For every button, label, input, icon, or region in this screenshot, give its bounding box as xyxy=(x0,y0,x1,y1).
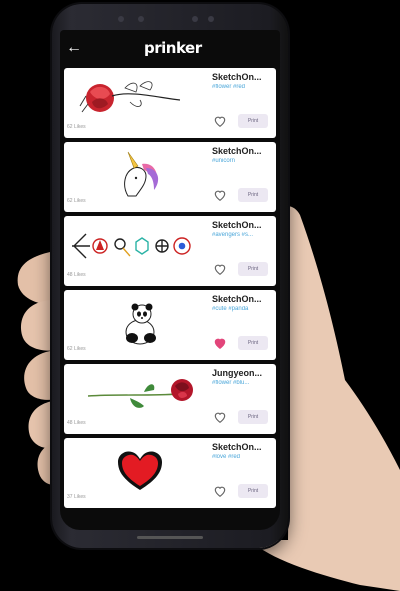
card-info: SketchOn... #avengers #s... xyxy=(212,220,274,238)
card-info: SketchOn... #flower #red xyxy=(212,72,274,90)
author-name[interactable]: SketchOn... xyxy=(212,72,274,82)
design-card[interactable]: 48 Likes SketchOn... #avengers #s... Pri… xyxy=(64,216,276,286)
red-rose-image xyxy=(87,379,193,408)
likes-count: 62 Likes xyxy=(67,198,86,204)
likes-count: 48 Likes xyxy=(67,420,86,426)
author-name[interactable]: SketchOn... xyxy=(212,220,274,230)
tag-list[interactable]: #avengers #s... xyxy=(212,232,274,238)
card-info: SketchOn... #unicorn xyxy=(212,146,274,164)
heart-outline-icon[interactable] xyxy=(213,410,227,424)
design-card[interactable]: 62 Likes SketchOn... #unicorn Print xyxy=(64,142,276,212)
author-name[interactable]: SketchOn... xyxy=(212,146,274,156)
phone-notch xyxy=(80,12,260,26)
avengers-icons-image xyxy=(72,233,191,259)
heart-outline-icon[interactable] xyxy=(213,188,227,202)
panda-image xyxy=(125,303,156,345)
author-name[interactable]: SketchOn... xyxy=(212,442,274,452)
likes-count: 62 Likes xyxy=(67,346,86,352)
design-card[interactable]: 62 Likes SketchOn... #flower #red Print xyxy=(64,68,276,138)
print-button[interactable]: Print xyxy=(238,188,268,202)
card-info: SketchOn... #cute #panda xyxy=(212,294,274,312)
design-card[interactable]: 48 Likes Jungyeon... #flower #blu... Pri… xyxy=(64,364,276,434)
heart-image xyxy=(118,451,162,490)
tag-list[interactable]: #flower #blu... xyxy=(212,380,274,386)
back-arrow-icon[interactable]: ← xyxy=(64,38,84,58)
heart-filled-icon[interactable] xyxy=(213,336,227,350)
tag-list[interactable]: #love #red xyxy=(212,454,274,460)
print-button[interactable]: Print xyxy=(238,484,268,498)
heart-outline-icon[interactable] xyxy=(213,484,227,498)
tag-list[interactable]: #cute #panda xyxy=(212,306,274,312)
heart-outline-icon[interactable] xyxy=(213,262,227,276)
tag-list[interactable]: #unicorn xyxy=(212,158,274,164)
print-button[interactable]: Print xyxy=(238,114,268,128)
tag-list[interactable]: #flower #red xyxy=(212,84,274,90)
heart-outline-icon[interactable] xyxy=(213,114,227,128)
print-button[interactable]: Print xyxy=(238,410,268,424)
card-info: SketchOn... #love #red xyxy=(212,442,274,460)
author-name[interactable]: SketchOn... xyxy=(212,294,274,304)
print-button[interactable]: Print xyxy=(238,336,268,350)
design-card[interactable]: 62 Likes SketchOn... #cute #panda Print xyxy=(64,290,276,360)
likes-count: 37 Likes xyxy=(67,494,86,500)
design-list: 62 Likes SketchOn... #flower #red Print … xyxy=(64,68,276,512)
author-name[interactable]: Jungyeon... xyxy=(212,368,274,378)
design-card[interactable]: 37 Likes SketchOn... #love #red Print xyxy=(64,438,276,508)
card-info: Jungyeon... #flower #blu... xyxy=(212,368,274,386)
home-indicator xyxy=(137,536,203,539)
app-header: ← prinker xyxy=(60,30,280,68)
likes-count: 62 Likes xyxy=(67,124,86,130)
rose-sketch-image xyxy=(79,81,181,113)
print-button[interactable]: Print xyxy=(238,262,268,276)
app-logo: prinker xyxy=(144,39,202,57)
likes-count: 48 Likes xyxy=(67,272,86,278)
app-screen: ← prinker 62 Likes SketchOn... #flower #… xyxy=(60,30,280,530)
unicorn-image xyxy=(124,151,159,197)
